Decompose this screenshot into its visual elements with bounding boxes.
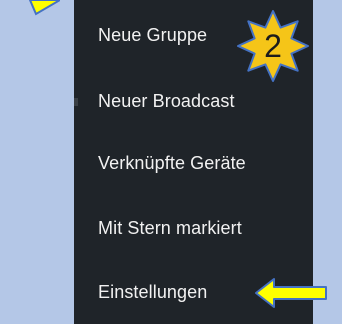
menu-item-new-broadcast[interactable]: Neuer Broadcast <box>98 90 235 112</box>
menu-item-linked-devices[interactable]: Verknüpfte Geräte <box>98 152 246 174</box>
annotation-arrow-left-icon <box>255 278 327 308</box>
menu-edge-mark <box>74 98 78 106</box>
menu-item-starred[interactable]: Mit Stern markiert <box>98 217 242 239</box>
annotation-arrow-corner <box>28 0 60 16</box>
menu-item-settings[interactable]: Einstellungen <box>98 281 207 303</box>
step-badge: 2 <box>232 5 314 87</box>
menu-item-new-group[interactable]: Neue Gruppe <box>98 24 207 46</box>
step-number: 2 <box>264 28 282 64</box>
